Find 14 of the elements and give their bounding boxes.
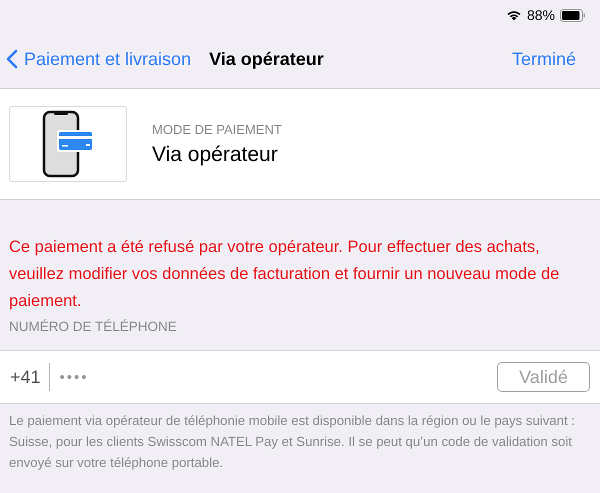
done-link[interactable]: Terminé [512, 48, 576, 70]
battery-icon [560, 8, 586, 22]
payment-method-label: MODE DE PAIEMENT [152, 122, 282, 136]
section-header: NUMÉRO DE TÉLÉPHONE [9, 319, 178, 334]
back-chevron-icon [6, 49, 18, 69]
wifi-icon [506, 9, 522, 21]
footnote-text: Le paiement via opérateur de téléphonie mobile est disponible dans la région ou le pays suivant : Suisse, pour les clients Swisscom NATEL Pay et Sunrise. Il se peut qu’un code de validation soit envoyé sur votre téléphone portable. [9, 412, 576, 472]
back-link[interactable]: Paiement et livraison [6, 48, 192, 70]
payment-method-value: Via opérateur [152, 142, 279, 166]
battery-percentage: 88% [526, 7, 555, 23]
page-title: Via opérateur [209, 48, 324, 70]
phone-number-field[interactable]: •••• [58, 368, 182, 386]
country-code: +41 [10, 366, 41, 388]
error-message: Ce paiement a été refusé par votre opérateur. Pour effectuer des achats, veuillez modifier vos données de facturation et fournir un nouveau mode de paiement. [9, 237, 560, 312]
